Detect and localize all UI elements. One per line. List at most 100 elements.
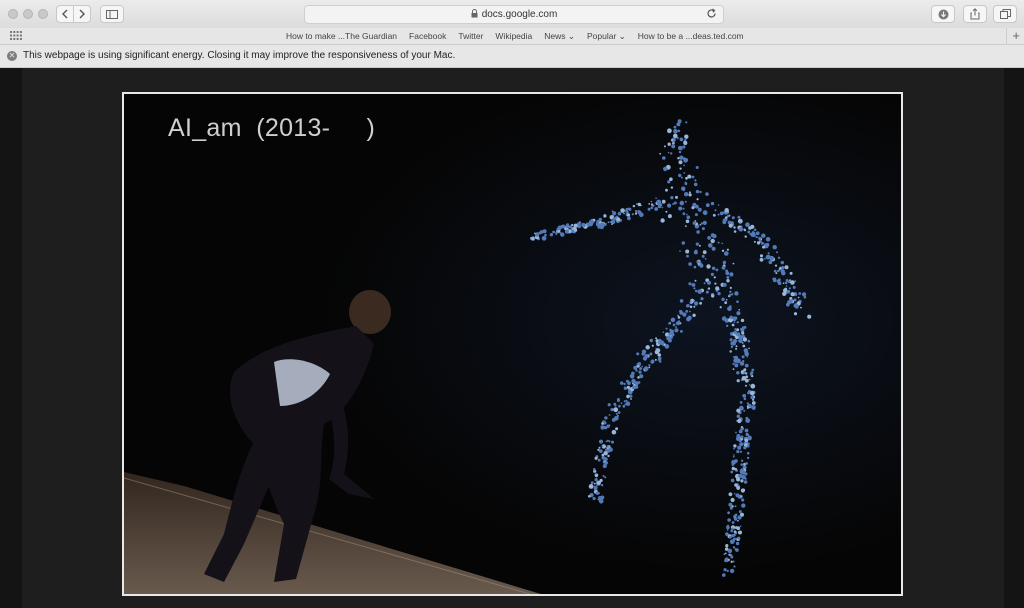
particle-dot — [717, 213, 720, 216]
particle-dot — [728, 553, 731, 556]
particle-dot — [673, 125, 677, 129]
particle-dot — [741, 355, 745, 359]
particle-dot — [604, 222, 607, 225]
particle-dot — [730, 470, 734, 474]
particle-dot — [747, 391, 750, 395]
particle-dot — [599, 478, 603, 483]
particle-dot — [748, 226, 752, 230]
particle-dot — [603, 214, 607, 218]
particle-dot — [711, 294, 715, 298]
particle-dot — [688, 282, 692, 286]
particle-dot — [641, 365, 644, 368]
particle-dot — [722, 260, 727, 265]
particle-dot — [778, 267, 782, 270]
particle-dot — [631, 213, 634, 216]
particle-dot — [669, 328, 672, 332]
particle-dot — [695, 166, 699, 169]
particle-dot — [765, 237, 771, 242]
particle-dot — [759, 257, 764, 262]
tabs-overview-button[interactable] — [993, 5, 1017, 23]
particle-dot — [735, 431, 737, 434]
particle-dot — [624, 403, 627, 406]
close-icon[interactable]: ✕ — [7, 51, 17, 61]
particle-dot — [753, 240, 756, 243]
particle-dot — [606, 449, 610, 453]
new-tab-button[interactable]: + — [1006, 28, 1020, 44]
particle-dot — [707, 236, 711, 240]
particle-dot — [688, 310, 691, 313]
particle-dot — [693, 182, 698, 187]
particle-dot — [689, 305, 693, 309]
particle-dot — [722, 282, 727, 287]
particle-dot — [745, 375, 749, 379]
particle-dot — [774, 264, 778, 267]
particle-dot — [650, 200, 653, 203]
particle-dot — [738, 474, 742, 478]
particle-dot — [782, 282, 785, 284]
particle-dot — [751, 368, 755, 372]
bookmark-facebook[interactable]: Facebook — [409, 31, 446, 42]
particle-dot — [643, 366, 649, 372]
particle-dot — [667, 142, 671, 146]
particle-dot — [679, 200, 685, 206]
particle-dot — [615, 427, 619, 431]
particle-dot — [714, 209, 717, 212]
particle-dot — [635, 203, 638, 205]
sidebar-button[interactable] — [100, 5, 124, 23]
particle-dot — [721, 242, 723, 245]
share-button[interactable] — [963, 5, 987, 23]
particle-dot — [733, 321, 736, 323]
address-bar[interactable]: docs.google.com — [304, 5, 724, 24]
particle-dot — [733, 530, 737, 533]
particle-dot — [719, 211, 724, 216]
particle-dot — [760, 242, 764, 245]
particle-dot — [588, 495, 591, 498]
particle-dot — [730, 345, 734, 349]
bookmark-wikipedia[interactable]: Wikipedia — [495, 31, 532, 42]
particle-dot — [782, 291, 787, 296]
particle-dot — [668, 322, 671, 325]
bookmark-news-folder[interactable]: News ⌄ — [544, 31, 575, 42]
particle-dot — [598, 446, 601, 449]
content-right-edge — [1004, 68, 1024, 608]
particle-dot — [693, 305, 696, 308]
bookmark-twitter[interactable]: Twitter — [458, 31, 483, 42]
particle-dot — [744, 363, 749, 368]
bookmark-popular-folder[interactable]: Popular ⌄ — [587, 31, 626, 42]
particle-dot — [606, 445, 609, 448]
reload-icon[interactable] — [706, 8, 717, 22]
back-button[interactable] — [56, 5, 74, 23]
window-close-button[interactable] — [8, 9, 18, 19]
download-button[interactable] — [931, 5, 955, 23]
bookmark-guardian[interactable]: How to make ...The Guardian — [286, 31, 397, 42]
forward-button[interactable] — [73, 5, 91, 23]
particle-dot — [734, 548, 737, 551]
particle-dot — [777, 269, 780, 273]
particle-dot — [733, 444, 737, 448]
particle-dot — [697, 207, 702, 212]
particle-dot — [680, 330, 683, 333]
particle-dot — [743, 446, 747, 450]
bookmark-list: How to make ...The Guardian Facebook Twi… — [286, 31, 756, 42]
particle-dot — [767, 252, 770, 255]
particle-dot — [667, 180, 671, 184]
particle-dot — [678, 150, 682, 154]
window-zoom-button[interactable] — [38, 9, 48, 19]
particle-dot — [729, 568, 735, 574]
particle-dot — [611, 223, 613, 226]
particle-dot — [667, 214, 672, 219]
grid-icon[interactable] — [10, 31, 22, 42]
bookmark-ted-ideas[interactable]: How to be a ...deas.ted.com — [638, 31, 744, 42]
particle-dot — [650, 206, 654, 209]
particle-dot — [741, 498, 745, 502]
particle-dot — [788, 299, 793, 304]
window-minimize-button[interactable] — [23, 9, 33, 19]
particle-dot — [685, 219, 690, 224]
particle-dot — [637, 202, 641, 207]
particle-dot — [686, 215, 691, 220]
particle-dot — [617, 211, 622, 216]
particle-dot — [611, 429, 617, 435]
particle-dot — [626, 394, 630, 399]
particle-dot — [737, 536, 741, 540]
particle-dot — [769, 255, 775, 261]
